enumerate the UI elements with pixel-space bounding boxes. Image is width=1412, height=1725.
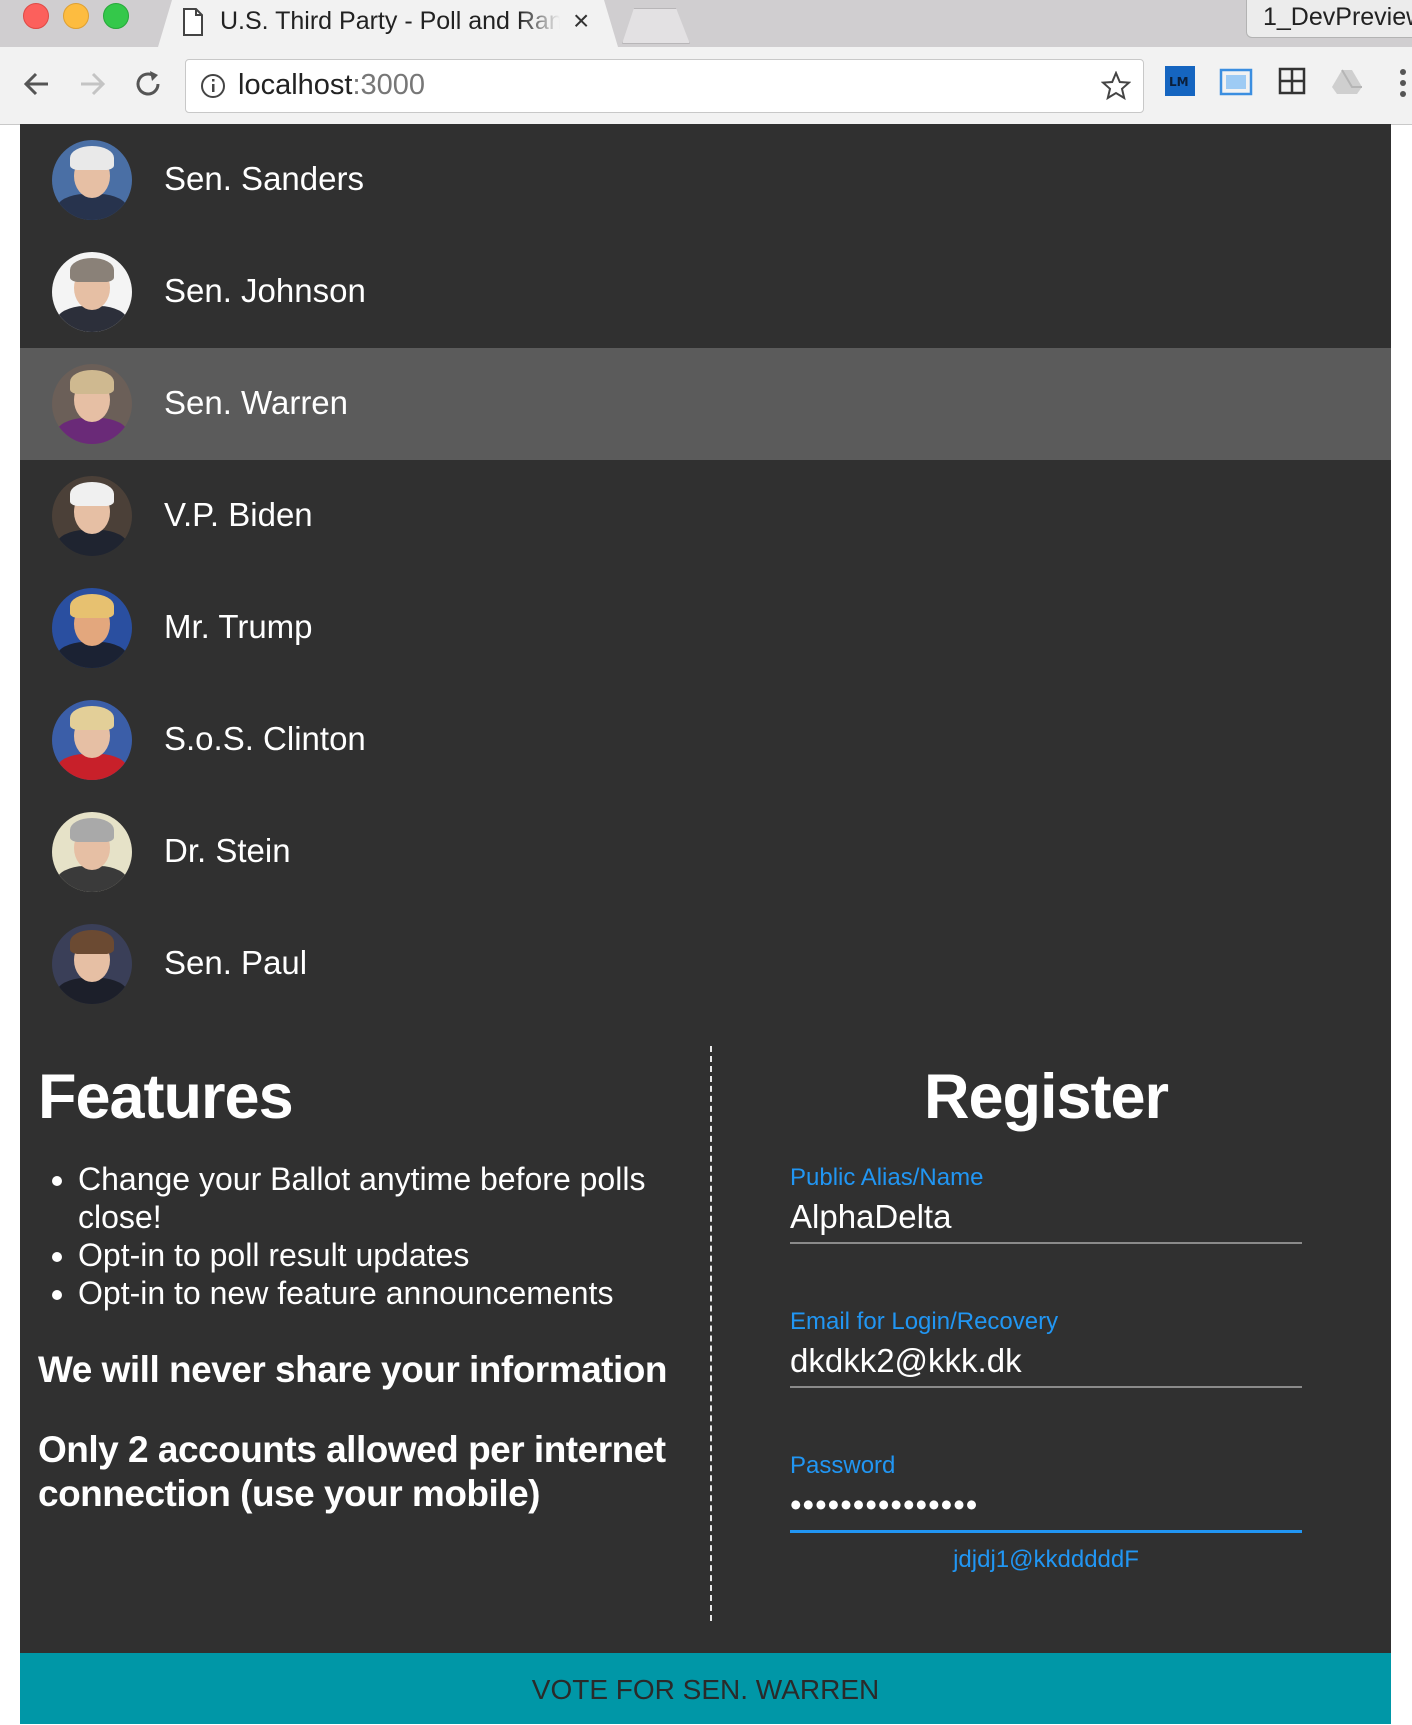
lm-extension-icon[interactable]: LM [1164, 65, 1196, 97]
back-arrow-icon[interactable] [22, 67, 52, 101]
candidate-name: V.P. Biden [164, 496, 313, 533]
avatar [52, 252, 132, 332]
candidate-row-sanders[interactable]: Sen. Sanders [20, 124, 1391, 236]
tab-title: U.S. Third Party - Poll and Rank [220, 7, 560, 35]
candidate-row-biden[interactable]: V.P. Biden [20, 460, 1391, 572]
section-divider [710, 1046, 712, 1621]
address-bar[interactable]: localhost:3000 [185, 59, 1144, 113]
register-form: Register Public Alias/Name AlphaDelta Em… [790, 1062, 1302, 1576]
document-icon [183, 8, 203, 36]
candidate-row-johnson[interactable]: Sen. Johnson [20, 236, 1391, 348]
browser-toolbar: localhost:3000 LM [0, 47, 1412, 125]
new-tab-button[interactable] [622, 8, 690, 44]
list-item: Opt-in to poll result updates [78, 1236, 678, 1274]
candidate-row-warren[interactable]: Sen. Warren [20, 348, 1391, 460]
screen-capture-icon[interactable] [1219, 67, 1253, 97]
list-item: Change your Ballot anytime before polls … [78, 1160, 678, 1236]
password-input[interactable]: ••••••••••••••• [790, 1486, 1302, 1533]
email-label: Email for Login/Recovery [790, 1308, 1059, 1335]
email-input[interactable]: dkdkk2@kkk.dk [790, 1342, 1302, 1388]
avatar [52, 924, 132, 1004]
password-hint: jdjdj1@kkdddddF [953, 1546, 1139, 1573]
password-label: Password [790, 1452, 896, 1479]
password-field: Password ••••••••••••••• jdjdj1@kkdddddF [790, 1432, 1302, 1576]
alias-field: Public Alias/Name AlphaDelta [790, 1144, 1302, 1288]
zoom-window-button[interactable] [103, 3, 129, 29]
candidate-row-paul[interactable]: Sen. Paul [20, 908, 1391, 1020]
candidate-list: Sen. Sanders Sen. Johnson Sen. Warren V.… [20, 124, 1391, 1020]
register-title: Register [923, 1062, 1169, 1132]
candidate-name: Sen. Sanders [164, 160, 364, 197]
svg-text:LM: LM [1169, 75, 1189, 89]
account-limit-note: Only 2 accounts allowed per internet con… [38, 1429, 666, 1514]
page-content: Sen. Sanders Sen. Johnson Sen. Warren V.… [20, 124, 1391, 1724]
alias-label: Public Alias/Name [790, 1164, 984, 1191]
candidate-row-stein[interactable]: Dr. Stein [20, 796, 1391, 908]
avatar [52, 700, 132, 780]
features-list: Change your Ballot anytime before polls … [38, 1160, 678, 1312]
email-field: Email for Login/Recovery dkdkk2@kkk.dk [790, 1288, 1302, 1432]
list-item: Opt-in to new feature announcements [78, 1274, 678, 1312]
features-section: Features Change your Ballot anytime befo… [38, 1062, 678, 1516]
forward-arrow-icon[interactable] [77, 67, 107, 101]
vote-button[interactable]: VOTE FOR SEN. WARREN [20, 1653, 1391, 1724]
candidate-row-clinton[interactable]: S.o.S. Clinton [20, 684, 1391, 796]
candidate-name: S.o.S. Clinton [164, 720, 366, 757]
minimize-window-button[interactable] [63, 3, 89, 29]
drive-icon[interactable] [1331, 68, 1363, 96]
candidate-row-trump[interactable]: Mr. Trump [20, 572, 1391, 684]
avatar [52, 812, 132, 892]
avatar [52, 140, 132, 220]
menu-more-icon[interactable] [1398, 67, 1408, 99]
profile-button[interactable]: 1_DevPreview [1246, 0, 1412, 38]
alias-input[interactable]: AlphaDelta [790, 1198, 1302, 1244]
reload-icon[interactable] [132, 67, 164, 101]
candidate-name: Sen. Johnson [164, 272, 366, 309]
features-title: Features [38, 1062, 294, 1132]
url-text: localhost:3000 [238, 69, 426, 101]
close-window-button[interactable] [23, 3, 49, 29]
tab-close-icon[interactable]: × [573, 6, 589, 36]
profile-name: 1_DevPreview [1263, 3, 1412, 31]
candidate-name: Sen. Warren [164, 384, 349, 421]
grid-extension-icon[interactable] [1278, 67, 1306, 95]
info-icon[interactable] [200, 73, 226, 99]
avatar [52, 364, 132, 444]
privacy-note: We will never share your information [38, 1349, 667, 1390]
browser-tab-strip: U.S. Third Party - Poll and Rank × 1_Dev… [0, 0, 1412, 47]
bookmark-star-icon[interactable] [1101, 71, 1131, 101]
candidate-name: Dr. Stein [164, 832, 291, 869]
candidate-name: Sen. Paul [164, 944, 308, 981]
avatar [52, 476, 132, 556]
avatar [52, 588, 132, 668]
candidate-name: Mr. Trump [164, 608, 313, 645]
